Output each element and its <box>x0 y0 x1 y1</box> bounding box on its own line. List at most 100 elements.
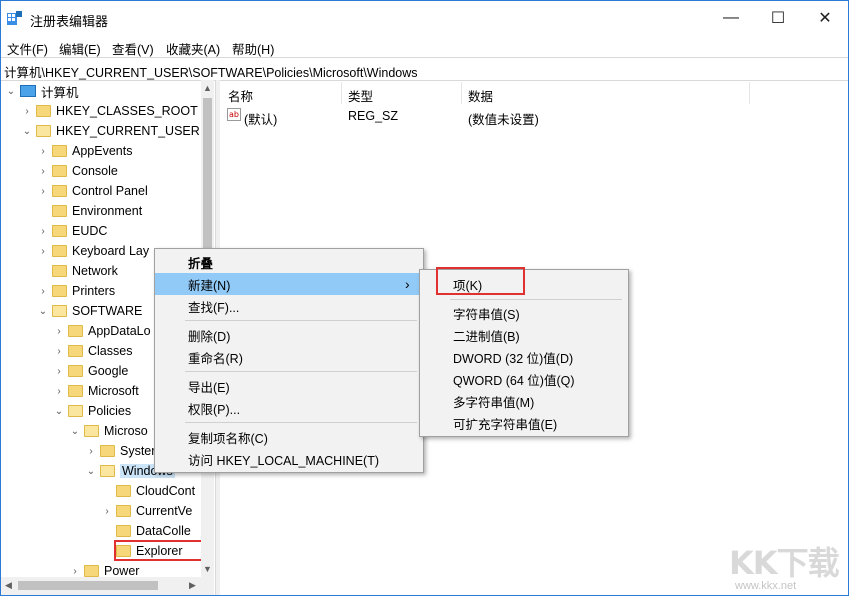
sub-new-dword[interactable]: DWORD (32 位)值(D) <box>420 346 628 368</box>
tree-label: Power <box>104 564 139 577</box>
sub-new-qword[interactable]: QWORD (64 位)值(Q) <box>420 368 628 390</box>
tree-label: Printers <box>72 284 115 298</box>
tree-label: Classes <box>88 344 132 358</box>
tree-node-datacollection[interactable]: DataColle <box>101 521 191 541</box>
tree-node-google[interactable]: › Google <box>53 361 128 381</box>
expand-chevron-icon[interactable]: ⌄ <box>21 126 33 137</box>
expand-chevron-icon[interactable]: › <box>101 506 113 517</box>
tree-node-environment[interactable]: Environment <box>37 201 142 221</box>
tree-node-printers[interactable]: › Printers <box>37 281 115 301</box>
expand-chevron-icon[interactable]: › <box>37 146 49 157</box>
value-row[interactable]: ab (默认) REG_SZ (数值未设置) <box>220 105 848 125</box>
address-path[interactable]: 计算机\HKEY_CURRENT_USER\SOFTWARE\Policies\… <box>4 62 418 81</box>
minimize-button[interactable]: — <box>708 1 754 35</box>
tree-node-cloudcontent[interactable]: CloudCont <box>101 481 195 501</box>
expand-chevron-icon[interactable]: › <box>37 286 49 297</box>
submenu-label: 二进制值(B) <box>453 326 520 345</box>
tree-node-computer[interactable]: ⌄ 计算机 <box>5 81 79 101</box>
expand-chevron-icon[interactable]: ⌄ <box>69 426 81 437</box>
ctx-collapse[interactable]: 折叠 <box>155 251 423 273</box>
sub-new-expandable-string[interactable]: 可扩充字符串值(E) <box>420 412 628 434</box>
expand-chevron-icon[interactable]: › <box>37 186 49 197</box>
tree-node-network[interactable]: Network <box>37 261 118 281</box>
regedit-app-icon <box>7 11 23 25</box>
tree-label: HKEY_CURRENT_USER <box>56 124 200 138</box>
sub-new-string[interactable]: 字符串值(S) <box>420 302 628 324</box>
tree-node-classes[interactable]: › Classes <box>53 341 132 361</box>
tree-node-keyboard-layout[interactable]: › Keyboard Lay <box>37 241 149 261</box>
maximize-button[interactable]: ☐ <box>755 1 801 35</box>
expand-chevron-icon[interactable]: › <box>21 106 33 117</box>
scroll-thumb[interactable] <box>18 581 158 590</box>
expand-chevron-icon[interactable]: ⌄ <box>37 306 49 317</box>
folder-icon <box>52 225 67 237</box>
ctx-new[interactable]: 新建(N) › <box>155 273 423 295</box>
folder-open-icon <box>100 465 115 477</box>
ctx-copy-key-name[interactable]: 复制项名称(C) <box>155 426 423 448</box>
scroll-up-icon[interactable]: ▲ <box>203 83 212 93</box>
folder-open-icon <box>68 405 83 417</box>
menu-file[interactable]: 文件(F) <box>7 39 48 58</box>
tree-node-policies[interactable]: ⌄ Policies <box>53 401 131 421</box>
tree-node-power[interactable]: › Power <box>69 561 139 577</box>
tree-label: Keyboard Lay <box>72 244 149 258</box>
expand-chevron-icon[interactable]: › <box>53 366 65 377</box>
address-bar[interactable]: 计算机\HKEY_CURRENT_USER\SOFTWARE\Policies\… <box>1 57 848 81</box>
tree-label: Syster <box>120 444 155 458</box>
tree-horizontal-scrollbar[interactable]: ◀ ▶ <box>1 577 214 595</box>
watermark-url: www.kkx.net <box>735 580 796 592</box>
tree-node-software[interactable]: ⌄ SOFTWARE <box>37 301 142 321</box>
expand-chevron-icon[interactable]: ⌄ <box>85 466 97 477</box>
expand-chevron-icon[interactable]: › <box>53 326 65 337</box>
menu-view[interactable]: 查看(V) <box>112 39 154 58</box>
expand-chevron-icon[interactable]: › <box>37 166 49 177</box>
ctx-delete[interactable]: 删除(D) <box>155 324 423 346</box>
expand-chevron-icon[interactable]: › <box>37 246 49 257</box>
expand-chevron-icon[interactable]: ⌄ <box>5 86 17 97</box>
tree-node-currentversion[interactable]: › CurrentVe <box>101 501 192 521</box>
scroll-down-icon[interactable]: ▼ <box>203 564 212 574</box>
tree-node-policies-microsoft[interactable]: ⌄ Microso <box>69 421 148 441</box>
window-title: 注册表编辑器 <box>30 11 108 30</box>
folder-icon <box>100 445 115 457</box>
tree-node-microsoft[interactable]: › Microsoft <box>53 381 139 401</box>
scroll-right-icon[interactable]: ▶ <box>189 580 196 591</box>
tree-node-appdatalow[interactable]: › AppDataLo <box>53 321 151 341</box>
ctx-goto-hklm[interactable]: 访问 HKEY_LOCAL_MACHINE(T) <box>155 448 423 470</box>
ctx-find[interactable]: 查找(F)... <box>155 295 423 317</box>
expand-chevron-icon[interactable]: ⌄ <box>53 406 65 417</box>
column-divider[interactable] <box>749 82 750 104</box>
expand-chevron-icon[interactable]: › <box>85 446 97 457</box>
expand-chevron-icon[interactable]: › <box>37 226 49 237</box>
column-divider[interactable] <box>341 82 342 104</box>
folder-icon <box>68 385 83 397</box>
title-bar[interactable]: 注册表编辑器 — ☐ ✕ <box>1 1 848 35</box>
expand-chevron-icon[interactable]: › <box>53 346 65 357</box>
tree-node-hkcr[interactable]: › HKEY_CLASSES_ROOT <box>21 101 198 121</box>
menu-help[interactable]: 帮助(H) <box>232 39 274 58</box>
column-data-header[interactable]: 数据 <box>468 86 493 105</box>
tree-node-control-panel[interactable]: › Control Panel <box>37 181 148 201</box>
ctx-rename[interactable]: 重命名(R) <box>155 346 423 368</box>
watermark-logo: KK下载 <box>729 538 839 584</box>
ctx-export[interactable]: 导出(E) <box>155 375 423 397</box>
tree-label: Console <box>72 164 118 178</box>
column-type-header[interactable]: 类型 <box>348 86 373 105</box>
tree-node-console[interactable]: › Console <box>37 161 118 181</box>
tree-node-appevents[interactable]: › AppEvents <box>37 141 132 161</box>
expand-chevron-icon[interactable]: › <box>53 386 65 397</box>
tree-node-hkcu[interactable]: ⌄ HKEY_CURRENT_USER <box>21 121 200 141</box>
menu-edit[interactable]: 编辑(E) <box>59 39 101 58</box>
column-name-header[interactable]: 名称 <box>228 86 253 105</box>
expand-chevron-icon[interactable]: › <box>69 566 81 577</box>
close-button[interactable]: ✕ <box>802 1 848 35</box>
column-divider[interactable] <box>461 82 462 104</box>
tree-node-eudc[interactable]: › EUDC <box>37 221 107 241</box>
tree-node-systemcertificates[interactable]: › Syster <box>85 441 155 461</box>
menu-favorites[interactable]: 收藏夹(A) <box>166 39 220 58</box>
sub-new-binary[interactable]: 二进制值(B) <box>420 324 628 346</box>
ctx-permissions[interactable]: 权限(P)... <box>155 397 423 419</box>
ctx-label: 访问 HKEY_LOCAL_MACHINE(T) <box>188 450 379 469</box>
sub-new-multi-string[interactable]: 多字符串值(M) <box>420 390 628 412</box>
scroll-left-icon[interactable]: ◀ <box>5 580 12 591</box>
